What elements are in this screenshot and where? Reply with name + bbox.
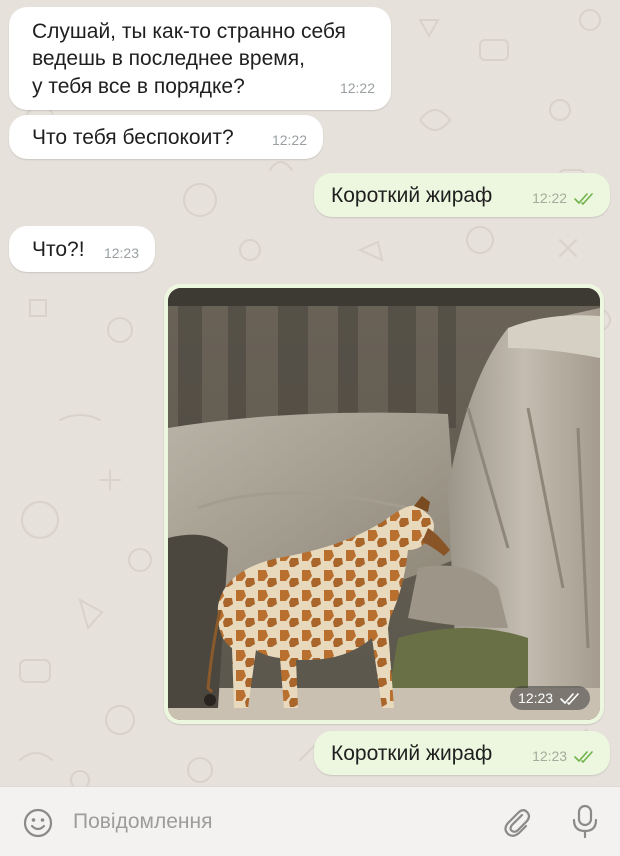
message-time-value: 12:22 — [532, 190, 568, 206]
message-text: Короткий жираф — [331, 184, 493, 207]
message-time-value: 12:23 — [532, 748, 568, 764]
message-composer: Повідомлення — [0, 786, 620, 856]
message-bubble-outgoing[interactable]: Короткий жираф 12:22 — [314, 173, 610, 217]
message-bubble-incoming[interactable]: Что?! 12:23 — [9, 226, 155, 272]
message-text-line: ведешь в последнее время, — [32, 47, 305, 70]
double-check-icon — [574, 751, 593, 763]
giraffe-image — [168, 288, 600, 720]
paperclip-icon[interactable] — [500, 805, 534, 839]
message-text: Что тебя беспокоит? — [32, 126, 234, 149]
message-time: 12:22 — [271, 132, 307, 148]
message-time-value: 12:23 — [518, 690, 554, 706]
message-time: 12:23 — [532, 743, 596, 770]
message-bubble-outgoing[interactable]: Короткий жираф 12:23 — [314, 731, 610, 775]
message-bubble-incoming[interactable]: Слушай, ты как-то странно себя ведешь в … — [9, 7, 391, 110]
message-bubble-incoming[interactable]: Что тебя беспокоит? 12:22 — [9, 115, 323, 159]
emoji-icon[interactable] — [22, 807, 54, 839]
message-time: 12:23 — [103, 245, 139, 261]
double-check-icon — [560, 693, 579, 705]
microphone-icon[interactable] — [570, 803, 600, 839]
photo-time-badge: 12:23 — [510, 686, 590, 710]
photo-message-outgoing[interactable]: 12:23 — [164, 284, 604, 724]
message-text-line: Слушай, ты как-то странно себя — [32, 20, 346, 43]
message-text-line: у тебя все в порядке? — [32, 75, 245, 98]
double-check-icon — [574, 193, 593, 205]
message-text: Что?! — [32, 238, 85, 261]
message-text: Короткий жираф — [331, 742, 493, 765]
message-time: 12:22 — [532, 185, 596, 212]
message-time: 12:22 — [339, 80, 375, 96]
chat-area[interactable]: Слушай, ты как-то странно себя ведешь в … — [0, 0, 620, 786]
giraffe-photo[interactable]: 12:23 — [168, 288, 600, 720]
message-input[interactable]: Повідомлення — [73, 810, 212, 834]
